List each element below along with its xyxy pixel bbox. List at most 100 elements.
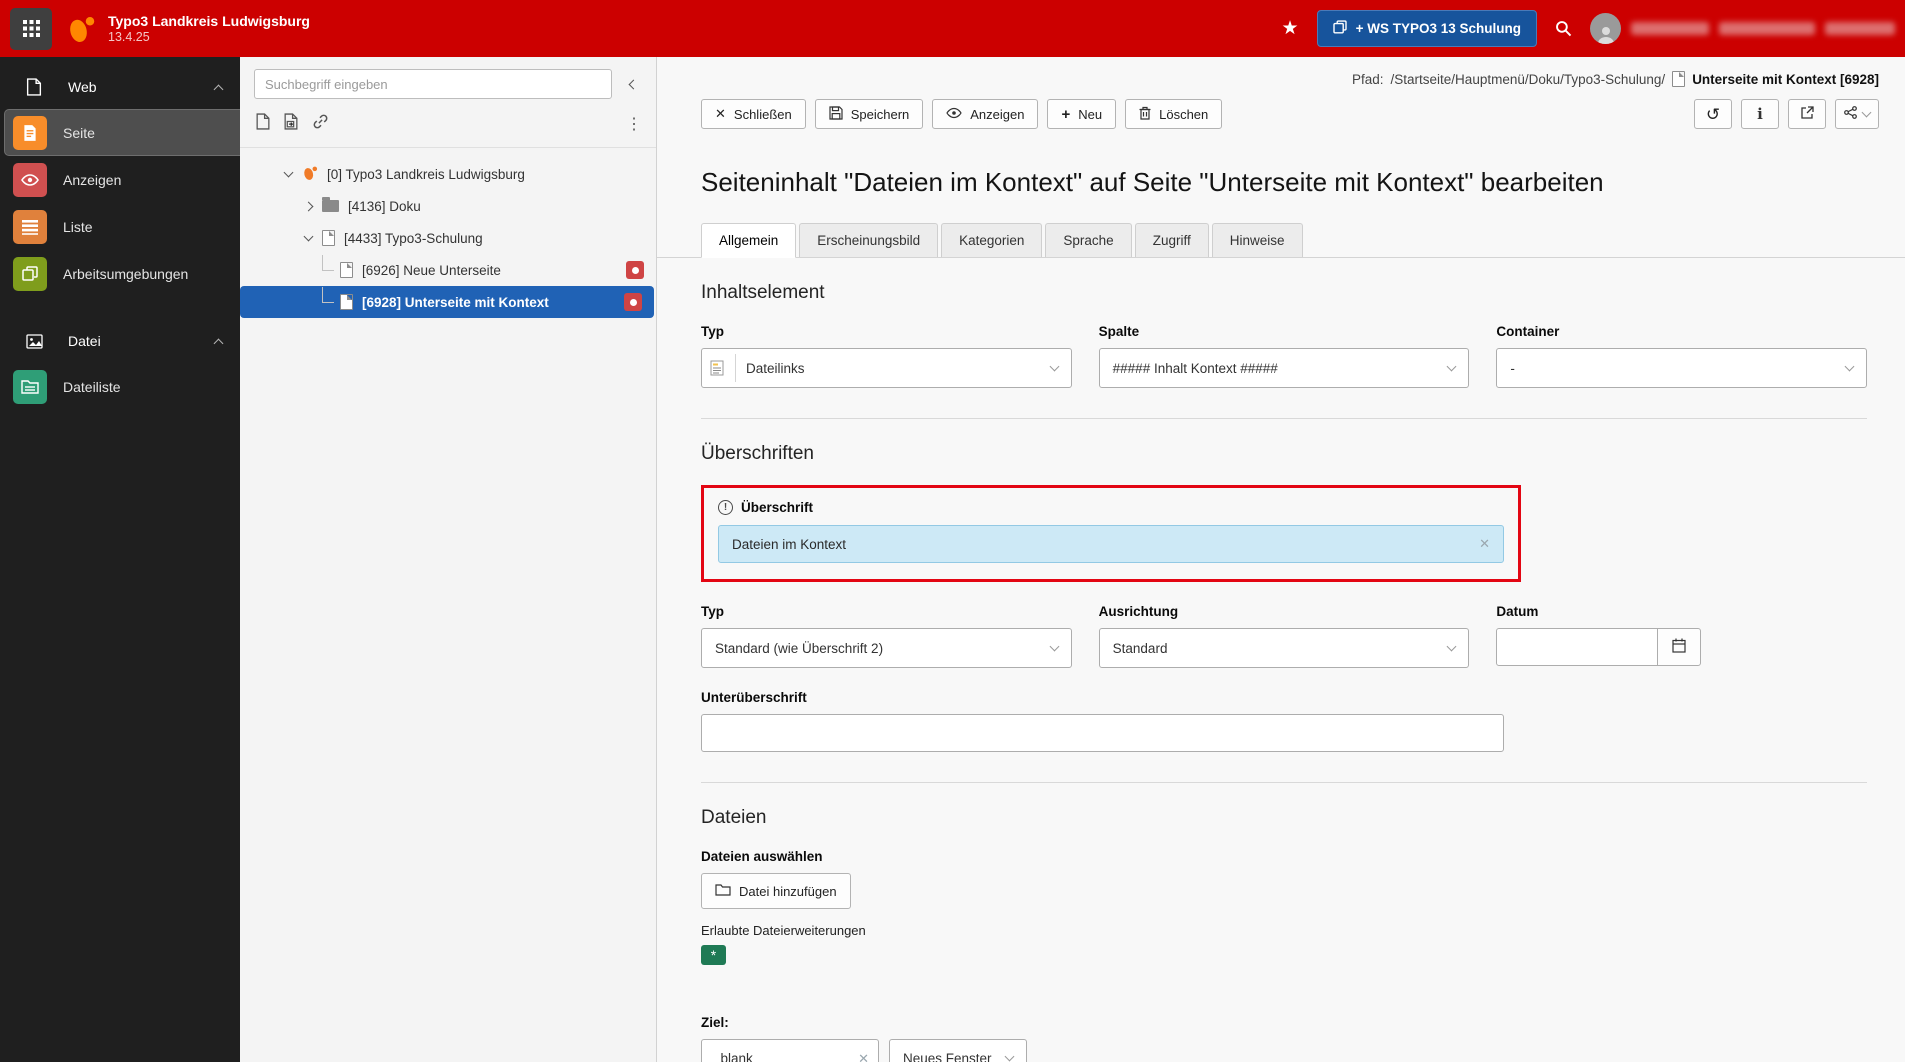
external-link-icon [1800,106,1814,122]
web-module-icon [24,78,44,96]
module-group-web[interactable]: Web [0,65,240,109]
open-in-new-window-button[interactable] [1788,99,1826,129]
chevron-down-icon [1049,361,1060,372]
tab-kategorien[interactable]: Kategorien [941,223,1043,257]
tab-erscheinungsbild[interactable]: Erscheinungsbild [799,223,939,257]
field-label: Container [1496,324,1560,339]
username-redacted [1719,22,1815,35]
tree-node-root[interactable]: [0] Typo3 Landkreis Ludwigsburg [240,158,656,190]
tree-elbow [322,255,334,271]
datum-input[interactable] [1496,628,1659,666]
collapse-pagetree-icon[interactable] [622,79,644,89]
paste-page-icon[interactable] [284,113,298,135]
workspace-change-badge [626,261,644,279]
field-label: Dateien auswählen [701,849,823,864]
field-ausrichtung: Ausrichtung Standard [1098,604,1470,668]
tab-bar: Allgemein Erscheinungsbild Kategorien Sp… [657,222,1905,258]
sidebar-item-label: Dateiliste [63,378,121,395]
link-icon[interactable] [312,113,329,135]
clear-icon[interactable]: ✕ [1479,536,1490,552]
current-page-ref: Unterseite mit Kontext [6928] [1692,71,1879,87]
modules-grid-button[interactable] [10,7,52,50]
sidebar-item-arbeitsumgebungen[interactable]: Arbeitsumgebungen [0,250,240,297]
docheader-toolbar: ✕ Schließen Speichern Anzeigen + Neu Lös… [657,91,1905,141]
tree-node-unterseite-mit-kontext[interactable]: [6928] Unterseite mit Kontext [240,286,654,318]
sidebar-item-label: Seite [63,124,95,141]
tree-node-label: [4433] Typo3-Schulung [344,230,483,246]
close-button[interactable]: ✕ Schließen [701,99,806,129]
select-value: Standard [1112,640,1168,656]
clear-icon[interactable]: ✕ [858,1051,869,1062]
sidebar-item-label: Arbeitsumgebungen [63,265,189,282]
sidebar-item-anzeigen[interactable]: Anzeigen [0,156,240,203]
field-label: Ausrichtung [1098,604,1179,619]
ueberschrift-input[interactable]: Dateien im Kontext ✕ [718,525,1504,563]
add-file-button[interactable]: Datei hinzufügen [701,873,851,909]
tree-node-doku[interactable]: [4136] Doku [240,190,656,222]
ueberschrift-typ-select[interactable]: Standard (wie Überschrift 2) [701,628,1072,668]
container-select[interactable]: - [1496,348,1867,388]
save-button[interactable]: Speichern [814,99,924,129]
tree-node-label: [6926] Neue Unterseite [362,262,501,278]
content-area: Pfad: /Startseite/Hauptmenü/Doku/Typo3-S… [657,57,1905,1062]
breadcrumb: Pfad: /Startseite/Hauptmenü/Doku/Typo3-S… [657,57,1905,91]
tree-node-label: [0] Typo3 Landkreis Ludwigsburg [327,166,525,182]
pagetree-panel: ⋮ [0] Typo3 Landkreis Ludwigsburg [4136]… [240,57,657,1062]
calendar-button[interactable] [1657,628,1702,666]
folder-open-icon [715,883,731,899]
sidebar-item-liste[interactable]: Liste [0,203,240,250]
share-button[interactable] [1835,99,1879,129]
info-button[interactable]: i [1741,99,1779,129]
tab-hinweise[interactable]: Hinweise [1211,223,1303,257]
spalte-select[interactable]: ##### Inhalt Kontext ##### [1098,348,1470,388]
page-module-icon [13,115,47,150]
calendar-icon [1672,638,1686,656]
sidebar-item-label: Liste [63,218,93,235]
list-module-icon [13,209,47,244]
tree-node-label: [4136] Doku [348,198,421,214]
ziel-input[interactable] [701,1039,879,1062]
pagetree-toolbar: ⋮ [240,107,656,148]
tree-node-typo3-schulung[interactable]: [4433] Typo3-Schulung [240,222,656,254]
new-button[interactable]: + Neu [1047,99,1117,129]
chevron-down-icon [1844,361,1855,372]
ausrichtung-select[interactable]: Standard [1098,628,1470,668]
sidebar-item-dateiliste[interactable]: Dateiliste [0,363,240,410]
tree-node-neue-unterseite[interactable]: [6926] Neue Unterseite [240,254,656,286]
page-title: Seiteninhalt "Dateien im Kontext" auf Se… [701,167,1604,197]
workspace-icon [1332,20,1347,37]
tree-elbow [322,287,334,303]
pagetree: [0] Typo3 Landkreis Ludwigsburg [4136] D… [240,148,656,318]
save-icon [829,105,843,123]
tab-allgemein[interactable]: Allgemein [701,223,797,258]
path-label: Pfad: [1352,71,1384,87]
delete-button[interactable]: Löschen [1125,99,1223,129]
view-button[interactable]: Anzeigen [932,99,1039,129]
search-icon[interactable] [1555,20,1572,37]
new-page-icon[interactable] [256,113,270,135]
chevron-down-icon [1049,641,1060,652]
bookmark-star-icon[interactable]: ★ [1282,17,1299,40]
close-icon: ✕ [715,106,726,121]
ziel-select[interactable]: Neues Fenster [889,1039,1027,1062]
typo3-logo-icon [66,14,98,44]
chevron-down-icon[interactable] [280,167,296,178]
tab-sprache[interactable]: Sprache [1045,223,1132,257]
section-heading-inhaltselement: Inhaltselement [701,282,825,303]
sidebar-item-seite[interactable]: Seite [4,109,240,156]
chevron-down-icon[interactable] [300,231,316,242]
module-group-datei[interactable]: Datei [0,319,240,363]
tab-zugriff[interactable]: Zugriff [1134,223,1209,257]
eye-icon [946,107,962,122]
chevron-right-icon[interactable] [300,201,316,211]
pagetree-more-menu-icon[interactable]: ⋮ [626,114,642,134]
pagetree-search-input[interactable] [254,69,612,99]
field-label: Typ [701,604,724,619]
user-menu[interactable] [1590,13,1895,44]
workspace-button[interactable]: + WS TYPO3 13 Schulung [1316,10,1537,47]
history-button[interactable]: ↺ [1694,99,1732,129]
module-group-label: Datei [68,333,101,349]
typ-select[interactable]: Dateilinks [701,348,1072,388]
username-redacted [1825,22,1895,35]
unterueberschrift-input[interactable] [701,714,1504,752]
